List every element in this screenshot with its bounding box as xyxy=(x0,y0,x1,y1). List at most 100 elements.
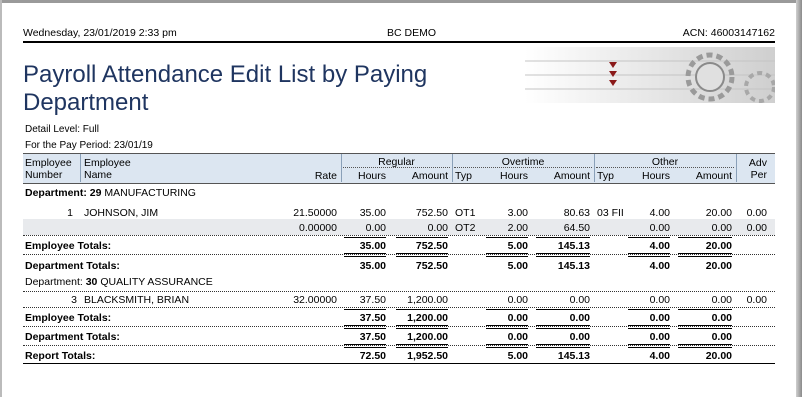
col-reg-amount: Amount xyxy=(411,170,448,182)
total-other-hours: 0.00 xyxy=(649,331,670,343)
subtotal-rule xyxy=(344,309,386,310)
double-rule xyxy=(628,325,670,329)
subtotal-rule xyxy=(486,309,528,310)
subtotal-rule xyxy=(344,237,386,238)
total-reg-amount: 752.50 xyxy=(415,260,448,272)
col-adv-per: Adv Per xyxy=(748,157,767,181)
rate: 32.00000 xyxy=(293,294,337,306)
pay-period: For the Pay Period: 23/01/19 xyxy=(25,140,153,151)
other-amount: 20.00 xyxy=(705,207,732,219)
double-rule xyxy=(486,325,528,329)
company-name: BC DEMO xyxy=(387,27,437,39)
double-rule xyxy=(678,253,732,257)
total-reg-hours: 35.00 xyxy=(359,240,386,252)
subtotal-rule xyxy=(536,309,590,310)
total-other-hours: 4.00 xyxy=(649,260,670,272)
window-left-edge xyxy=(0,0,2,397)
ot-amount: 0.00 xyxy=(569,294,590,306)
subtotal-rule xyxy=(678,309,732,310)
ot-amount: 64.50 xyxy=(563,222,590,234)
col-ot-typ: Typ xyxy=(455,170,472,182)
ot-hours: 2.00 xyxy=(507,222,528,234)
reg-hours: 0.00 xyxy=(365,222,386,234)
double-rule xyxy=(678,325,732,329)
report-ot-amount: 145.13 xyxy=(557,350,590,362)
double-rule xyxy=(486,253,528,257)
col-divider xyxy=(594,154,595,182)
reg-amount: 0.00 xyxy=(427,222,448,234)
department-totals-label: Department Totals: xyxy=(25,260,120,272)
employee-number: 1 xyxy=(67,207,73,219)
col-overtime: Overtime xyxy=(501,156,545,168)
double-rule xyxy=(678,344,732,348)
other-typ: 03 FII xyxy=(597,207,624,219)
rate: 21.50000 xyxy=(293,207,337,219)
adv-per: 0.00 xyxy=(746,207,767,219)
row-separator xyxy=(23,235,775,236)
double-rule xyxy=(536,325,590,329)
reg-hours: 35.00 xyxy=(359,207,386,219)
total-ot-amount: 145.13 xyxy=(557,260,590,272)
rate: 0.00000 xyxy=(299,222,337,234)
other-hours: 0.00 xyxy=(649,294,670,306)
total-ot-amount: 145.13 xyxy=(557,240,590,252)
double-rule xyxy=(536,253,590,257)
department-header: Department: 29 MANUFACTURING xyxy=(25,187,196,199)
employee-name: JOHNSON, JIM xyxy=(84,207,159,219)
col-reg-hours: Hours xyxy=(357,170,386,182)
company-acn: ACN: 46003147162 xyxy=(682,27,775,39)
subtotal-rule xyxy=(486,237,528,238)
double-rule xyxy=(344,325,386,329)
other-hours: 4.00 xyxy=(649,207,670,219)
double-rule xyxy=(486,344,528,348)
other-amount: 0.00 xyxy=(711,294,732,306)
department-totals-label: Department Totals: xyxy=(25,331,120,343)
total-reg-hours: 35.00 xyxy=(359,260,386,272)
report-reg-hours: 72.50 xyxy=(359,350,386,362)
report-date: Wednesday, 23/01/2019 2:33 pm xyxy=(23,27,177,39)
subtotal-rule xyxy=(536,237,590,238)
reg-hours: 37.50 xyxy=(359,294,386,306)
report-other-amount: 20.00 xyxy=(705,350,732,362)
double-rule xyxy=(344,253,386,257)
subtotal-rule xyxy=(678,237,732,238)
adv-per: 0.00 xyxy=(746,222,767,234)
total-other-amount: 0.00 xyxy=(711,331,732,343)
row-separator xyxy=(23,291,775,292)
subtotal-rule xyxy=(628,237,670,238)
total-reg-hours: 37.50 xyxy=(359,312,386,324)
double-rule xyxy=(396,325,448,329)
col-divider xyxy=(80,154,81,182)
col-other-hours: Hours xyxy=(641,170,670,182)
total-ot-amount: 0.00 xyxy=(569,331,590,343)
adv-per: 0.00 xyxy=(746,294,767,306)
double-rule xyxy=(536,344,590,348)
total-ot-hours: 0.00 xyxy=(507,312,528,324)
total-ot-amount: 0.00 xyxy=(569,312,590,324)
subtotal-rule xyxy=(396,309,448,310)
total-ot-hours: 5.00 xyxy=(507,260,528,272)
total-ot-hours: 0.00 xyxy=(507,331,528,343)
window-right-edge xyxy=(796,0,802,397)
employee-totals-label: Employee Totals: xyxy=(25,312,112,324)
col-ot-hours: Hours xyxy=(499,170,528,182)
total-other-amount: 20.00 xyxy=(705,240,732,252)
total-reg-amount: 1,200.00 xyxy=(407,312,448,324)
ot-hours: 0.00 xyxy=(507,294,528,306)
header-rule xyxy=(23,41,775,43)
total-other-hours: 4.00 xyxy=(649,240,670,252)
detail-level: Detail Level: Full xyxy=(25,124,99,135)
reg-amount: 752.50 xyxy=(415,207,448,219)
ot-typ: OT2 xyxy=(455,222,476,234)
total-other-amount: 0.00 xyxy=(711,312,732,324)
row-separator xyxy=(23,307,775,308)
double-rule xyxy=(628,344,670,348)
total-reg-amount: 1,200.00 xyxy=(407,331,448,343)
col-other-amount: Amount xyxy=(695,170,732,182)
subtotal-rule xyxy=(396,237,448,238)
total-ot-hours: 5.00 xyxy=(507,240,528,252)
total-other-amount: 20.00 xyxy=(705,260,732,272)
report-end-rule xyxy=(23,363,775,364)
total-reg-amount: 752.50 xyxy=(415,240,448,252)
subtotal-rule xyxy=(628,309,670,310)
